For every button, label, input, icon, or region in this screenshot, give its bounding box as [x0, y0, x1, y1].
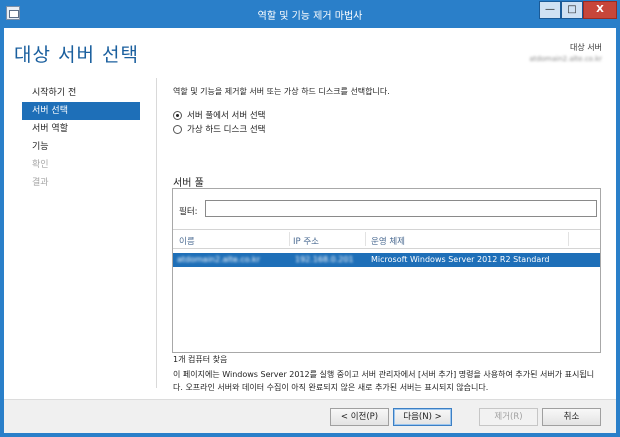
- column-header-ip[interactable]: IP 주소: [293, 235, 319, 247]
- nav-item-results: 결과: [32, 178, 49, 188]
- column-header-os[interactable]: 운영 체제: [371, 235, 405, 247]
- radio-select-vhd[interactable]: 가상 하드 디스크 선택: [173, 123, 266, 135]
- previous-button[interactable]: < 이전(P): [330, 408, 389, 426]
- wizard-nav: 시작하기 전 서버 선택 서버 역할 기능 확인 결과: [22, 84, 140, 192]
- radio-button[interactable]: [173, 125, 182, 134]
- nav-item-server-selection[interactable]: 서버 선택: [22, 102, 140, 120]
- column-divider[interactable]: [289, 232, 290, 246]
- page-description: 역할 및 기능을 제거할 서버 또는 가상 하드 디스크를 선택합니다.: [173, 87, 390, 96]
- remove-button: 제거(R): [479, 408, 538, 426]
- wizard-client-area: 대상 서버 선택 대상 서버 atdomain2.alte.co.kr 시작하기…: [4, 28, 616, 433]
- maximize-button[interactable]: □: [561, 1, 583, 19]
- window-title: 역할 및 기능 제거 마법사: [257, 11, 363, 22]
- nav-item-before-you-begin[interactable]: 시작하기 전: [22, 84, 140, 102]
- next-button[interactable]: 다음(N) >: [393, 408, 452, 426]
- filter-label: 필터:: [179, 207, 198, 217]
- filter-input[interactable]: [205, 200, 597, 217]
- radio-button-selected[interactable]: [173, 111, 182, 120]
- column-header-name[interactable]: 이름: [179, 235, 195, 247]
- destination-server-name: atdomain2.alte.co.kr: [529, 55, 602, 63]
- nav-item-confirmation: 확인: [32, 160, 49, 170]
- destination-server-label: 대상 서버: [570, 43, 602, 52]
- radio-select-server-pool[interactable]: 서버 풀에서 서버 선택: [173, 109, 266, 121]
- server-pool-panel: 필터: 이름 IP 주소 운영 체제 atdomain2.alte.co.kr …: [172, 188, 601, 353]
- radio-label: 서버 풀에서 서버 선택: [187, 111, 266, 121]
- server-os-cell: Microsoft Windows Server 2012 R2 Standar…: [371, 255, 550, 264]
- page-title: 대상 서버 선택: [14, 44, 139, 66]
- cancel-button[interactable]: 취소: [542, 408, 601, 426]
- wizard-header: 대상 서버 선택 대상 서버 atdomain2.alte.co.kr: [4, 28, 616, 78]
- nav-item-features[interactable]: 기능: [22, 138, 140, 156]
- computer-count: 1개 컴퓨터 찾음: [173, 355, 228, 364]
- radio-label: 가상 하드 디스크 선택: [187, 125, 266, 135]
- title-bar[interactable]: 역할 및 기능 제거 마법사 — □ X: [0, 0, 620, 28]
- close-button[interactable]: X: [583, 1, 617, 19]
- column-divider[interactable]: [365, 232, 366, 246]
- server-pool-note: 이 페이지에는 Windows Server 2012를 실행 중이고 서버 관…: [173, 370, 595, 392]
- nav-item-server-roles[interactable]: 서버 역할: [22, 120, 140, 138]
- server-name-cell: atdomain2.alte.co.kr: [177, 255, 260, 264]
- table-header: 이름 IP 주소 운영 체제: [173, 229, 600, 249]
- wizard-content: 역할 및 기능을 제거할 서버 또는 가상 하드 디스크를 선택합니다. 서버 …: [156, 78, 604, 392]
- table-row[interactable]: atdomain2.alte.co.kr 192.168.0.201 Micro…: [173, 253, 600, 267]
- minimize-button[interactable]: —: [539, 1, 561, 19]
- wizard-window: 역할 및 기능 제거 마법사 — □ X 대상 서버 선택 대상 서버 atdo…: [0, 0, 620, 437]
- column-divider[interactable]: [568, 232, 569, 246]
- wizard-footer: < 이전(P) 다음(N) > 제거(R) 취소: [4, 399, 616, 433]
- server-ip-cell: 192.168.0.201: [295, 255, 354, 264]
- server-pool-title: 서버 풀: [173, 178, 204, 189]
